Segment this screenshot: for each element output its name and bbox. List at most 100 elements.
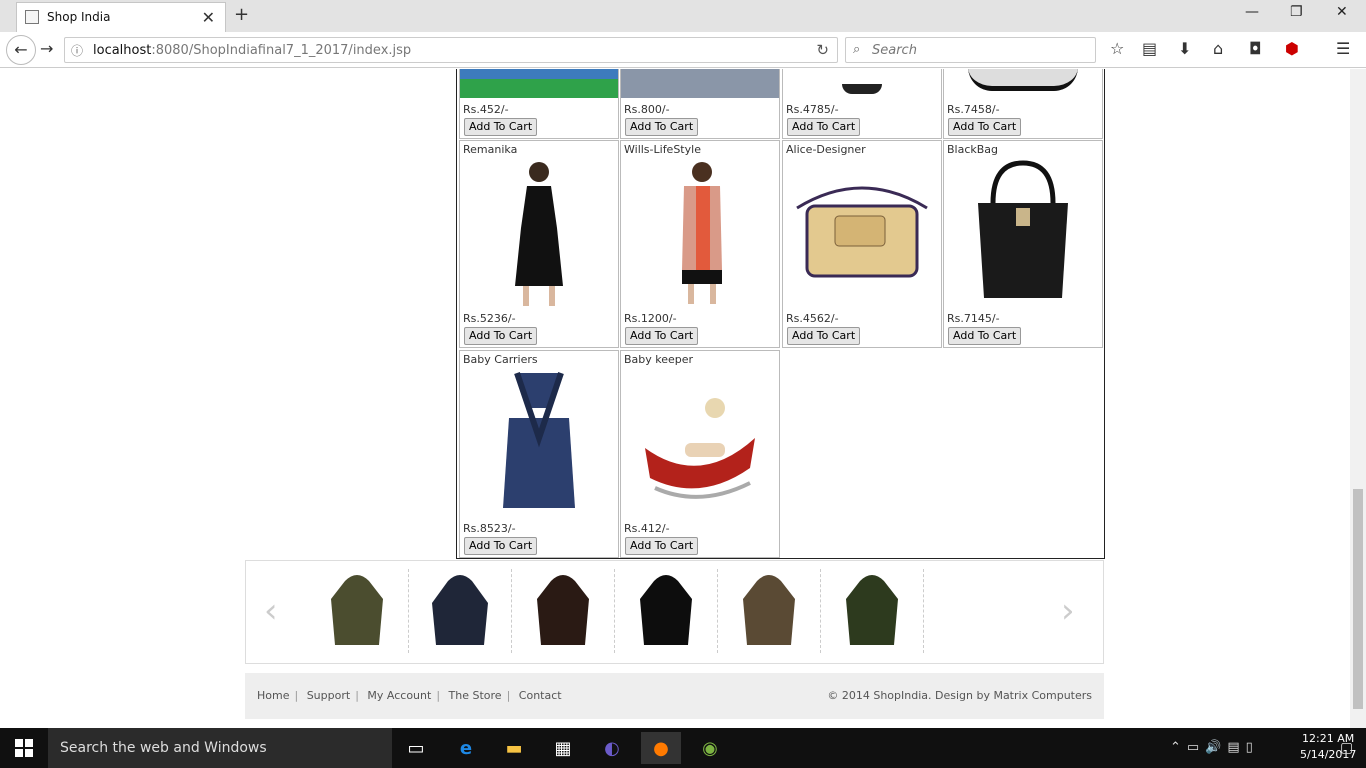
firefox-icon[interactable]: ● (641, 732, 681, 764)
product-card: Wills-LifeStyle Rs.1200/- Add To Cart (620, 140, 780, 348)
store-icon[interactable]: ▦ (543, 732, 583, 764)
product-name: Baby Carriers (463, 353, 538, 366)
product-grid: Rs.452/- Add To Cart Rs.800/- Add To Car… (456, 69, 1105, 559)
carousel-item[interactable] (409, 569, 512, 653)
search-icon: ⌕ (853, 42, 861, 57)
adblock-icon[interactable]: ⬢ (1285, 39, 1299, 58)
add-to-cart-button[interactable]: Add To Cart (625, 327, 699, 345)
product-card: Rs.7458/- Add To Cart (943, 69, 1103, 139)
file-explorer-icon[interactable]: ▬ (494, 732, 534, 764)
download-icon[interactable]: ⬇ (1178, 39, 1191, 58)
taskbar: Search the web and Windows ▭ e ▬ ▦ ◐ ● ◉… (0, 728, 1366, 768)
browser-tab[interactable]: Shop India ✕ (16, 2, 226, 32)
add-to-cart-button[interactable]: Add To Cart (464, 327, 538, 345)
product-price: Rs.800/- (624, 103, 670, 116)
product-price: Rs.5236/- (463, 312, 516, 325)
add-to-cart-button[interactable]: Add To Cart (948, 327, 1022, 345)
product-image[interactable] (783, 69, 941, 98)
jacket-carousel: ‹ › (245, 560, 1104, 664)
restore-icon[interactable]: ❐ (1290, 4, 1303, 20)
footer-links: Home | Support | My Account | The Store | Co… (257, 689, 562, 702)
home-icon[interactable]: ⌂ (1213, 39, 1223, 58)
product-card: Rs.452/- Add To Cart (459, 69, 619, 139)
search-placeholder: Search (872, 43, 917, 58)
product-price: Rs.412/- (624, 522, 670, 535)
footer-link-home[interactable]: Home (257, 689, 289, 702)
carousel-next-icon[interactable]: › (1061, 591, 1075, 631)
android-studio-icon[interactable]: ◉ (690, 732, 730, 764)
new-tab-icon[interactable]: + (234, 4, 249, 25)
carousel-item[interactable] (821, 569, 924, 653)
windows-start-icon[interactable] (0, 728, 48, 768)
task-view-icon[interactable]: ▭ (396, 732, 436, 764)
product-card: Baby Carriers Rs.8523/- Add To Cart (459, 350, 619, 558)
add-to-cart-button[interactable]: Add To Cart (625, 118, 699, 136)
tan-handbag-icon[interactable] (783, 157, 941, 309)
product-name: Alice-Designer (786, 143, 866, 156)
carousel-item[interactable] (306, 569, 409, 653)
taskbar-search-box[interactable]: Search the web and Windows (48, 728, 392, 768)
product-name: Wills-LifeStyle (624, 143, 701, 156)
url-text[interactable]: localhost:8080/ShopIndiafinal7_1_2017/in… (93, 43, 411, 58)
taskbar-search-text: Search the web and Windows (60, 740, 267, 756)
eclipse-icon[interactable]: ◐ (592, 732, 632, 764)
system-tray-icons[interactable]: ⌃▭🔊▤▯ (1170, 740, 1259, 755)
blue-baby-carrier-icon[interactable] (460, 367, 618, 519)
product-card: Alice-Designer Rs.4562/- Add To Cart (782, 140, 942, 348)
page-scrollbar[interactable] (1350, 69, 1366, 728)
black-dress-icon[interactable] (460, 157, 618, 309)
red-baby-rocker-icon[interactable] (621, 367, 779, 519)
favicon-icon (25, 10, 39, 24)
product-name: BlackBag (947, 143, 999, 156)
edge-icon[interactable]: e (446, 732, 486, 764)
footer-link-contact[interactable]: Contact (519, 689, 562, 702)
footer-link-my-account[interactable]: My Account (367, 689, 431, 702)
minimize-icon[interactable]: — (1245, 4, 1259, 20)
product-image[interactable] (621, 69, 779, 98)
close-window-icon[interactable]: ✕ (1336, 4, 1348, 20)
tab-title: Shop India (47, 10, 111, 24)
pocket-icon[interactable]: ◘ (1249, 39, 1262, 58)
add-to-cart-button[interactable]: Add To Cart (464, 118, 538, 136)
product-name: Baby keeper (624, 353, 694, 366)
carousel-item[interactable] (718, 569, 821, 653)
notification-icon[interactable]: ▢ (1340, 740, 1353, 756)
product-image[interactable] (944, 69, 1102, 98)
menu-icon[interactable]: ☰ (1336, 39, 1350, 58)
product-price: Rs.7145/- (947, 312, 1000, 325)
product-card: Rs.800/- Add To Cart (620, 69, 780, 139)
add-to-cart-button[interactable]: Add To Cart (787, 118, 861, 136)
search-input[interactable]: ⌕ Search (845, 37, 1096, 63)
carousel-prev-icon[interactable]: ‹ (264, 591, 278, 631)
nav-bar: ← → ⓘ localhost:8080/ShopIndiafinal7_1_2… (0, 32, 1366, 68)
black-tote-bag-icon[interactable] (944, 157, 1102, 309)
footer-link-support[interactable]: Support (307, 689, 350, 702)
scrollbar-thumb[interactable] (1353, 489, 1363, 709)
bookmark-star-icon[interactable]: ☆ (1110, 39, 1124, 58)
carousel-item[interactable] (615, 569, 718, 653)
product-name: Remanika (463, 143, 518, 156)
copyright-text: © 2014 ShopIndia. Design by Matrix Compu… (827, 689, 1092, 702)
reading-list-icon[interactable]: ▤ (1142, 39, 1157, 58)
back-icon[interactable]: ← (6, 35, 36, 65)
carousel-item[interactable] (512, 569, 615, 653)
info-icon[interactable]: ⓘ (71, 42, 83, 59)
reload-icon[interactable]: ↻ (816, 41, 829, 59)
footer-link-the-store[interactable]: The Store (449, 689, 502, 702)
add-to-cart-button[interactable]: Add To Cart (787, 327, 861, 345)
tab-bar: Shop India ✕ + — ❐ ✕ (0, 0, 1366, 32)
url-bar[interactable]: ⓘ localhost:8080/ShopIndiafinal7_1_2017/… (64, 37, 838, 63)
product-price: Rs.452/- (463, 103, 509, 116)
tab-close-icon[interactable]: ✕ (202, 8, 215, 27)
page-content: Rs.452/- Add To Cart Rs.800/- Add To Car… (0, 69, 1350, 728)
forward-icon[interactable]: → (40, 39, 53, 58)
product-price: Rs.4562/- (786, 312, 839, 325)
add-to-cart-button[interactable]: Add To Cart (625, 537, 699, 555)
product-image[interactable] (460, 69, 618, 98)
product-card: Remanika Rs.5236/- Add To Cart (459, 140, 619, 348)
orange-dress-icon[interactable] (621, 157, 779, 309)
product-price: Rs.4785/- (786, 103, 839, 116)
footer: Home | Support | My Account | The Store | Co… (245, 673, 1104, 719)
add-to-cart-button[interactable]: Add To Cart (464, 537, 538, 555)
add-to-cart-button[interactable]: Add To Cart (948, 118, 1022, 136)
